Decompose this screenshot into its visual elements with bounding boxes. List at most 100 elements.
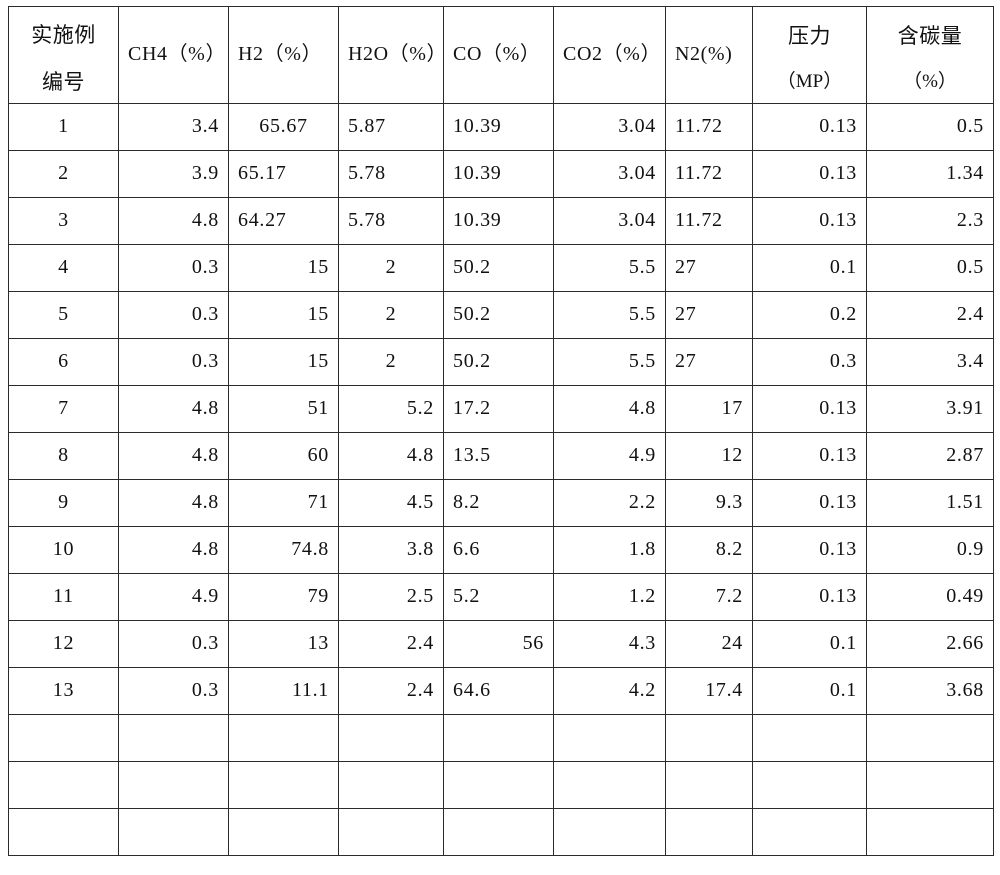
cell-n2: 8.2 xyxy=(665,526,753,574)
cell-pressure: 0.3 xyxy=(752,338,867,386)
table-row: 12 0.3 13 2.4 56 4.3 24 0.1 2.66 xyxy=(8,620,994,668)
cell-carbon: 2.87 xyxy=(866,432,994,480)
cell-index: 13 xyxy=(8,667,119,715)
cell-ch4: 4.8 xyxy=(118,197,229,245)
cell-co2: 4.9 xyxy=(553,432,666,480)
cell-carbon: 2.4 xyxy=(866,291,994,339)
cell-co: 5.2 xyxy=(443,573,554,621)
table-row: 11 4.9 79 2.5 5.2 1.2 7.2 0.13 0.49 xyxy=(8,573,994,621)
cell-co: 6.6 xyxy=(443,526,554,574)
cell-empty-co2 xyxy=(553,761,666,809)
column-header-line1: CO2（%） xyxy=(563,43,662,66)
cell-pressure: 0.13 xyxy=(752,432,867,480)
column-header-h2: H2（%） xyxy=(228,6,339,104)
cell-h2: 51 xyxy=(228,385,339,433)
cell-index: 2 xyxy=(8,150,119,198)
cell-pressure: 0.13 xyxy=(752,103,867,151)
cell-co2: 5.5 xyxy=(553,291,666,339)
table-row: 6 0.3 15 2 50.2 5.5 27 0.3 3.4 xyxy=(8,338,994,386)
gas-composition-table: 实施例 编号 CH4（%） H2（%） H2O（%） CO（%） CO2（%） N2(%) 压力… xyxy=(8,6,994,856)
cell-h2: 64.27 xyxy=(228,197,339,245)
document-page: 实施例 编号 CH4（%） H2（%） H2O（%） CO（%） CO2（%） N2(%) 压力… xyxy=(0,0,1000,875)
cell-carbon: 1.51 xyxy=(866,479,994,527)
cell-index: 5 xyxy=(8,291,119,339)
cell-co2: 3.04 xyxy=(553,197,666,245)
table-row: 2 3.9 65.17 5.78 10.39 3.04 11.72 0.13 1.34 xyxy=(8,150,994,198)
cell-empty-carbon xyxy=(866,761,994,809)
table-body: 1 3.4 65.67 5.87 10.39 3.04 11.72 0.13 0.5 2 3.9 65… xyxy=(8,103,994,856)
cell-empty-index xyxy=(8,761,119,809)
cell-empty-h2 xyxy=(228,761,339,809)
cell-carbon: 2.3 xyxy=(866,197,994,245)
cell-co: 50.2 xyxy=(443,244,554,292)
cell-co: 8.2 xyxy=(443,479,554,527)
cell-index: 8 xyxy=(8,432,119,480)
cell-empty-ch4 xyxy=(118,761,229,809)
cell-h2o: 2 xyxy=(338,244,444,292)
column-header-index: 实施例 编号 xyxy=(8,6,119,104)
cell-n2: 17.4 xyxy=(665,667,753,715)
cell-h2o: 2 xyxy=(338,338,444,386)
cell-index: 3 xyxy=(8,197,119,245)
cell-carbon: 0.9 xyxy=(866,526,994,574)
cell-co2: 4.8 xyxy=(553,385,666,433)
cell-h2o: 5.2 xyxy=(338,385,444,433)
column-header-pressure: 压力 （MP） xyxy=(752,6,867,104)
cell-empty-n2 xyxy=(665,808,753,856)
cell-pressure: 0.13 xyxy=(752,479,867,527)
column-header-line2: （MP） xyxy=(776,71,843,93)
cell-ch4: 4.8 xyxy=(118,385,229,433)
cell-h2o: 4.8 xyxy=(338,432,444,480)
cell-empty-n2 xyxy=(665,714,753,762)
cell-ch4: 4.8 xyxy=(118,526,229,574)
cell-h2: 60 xyxy=(228,432,339,480)
cell-carbon: 2.66 xyxy=(866,620,994,668)
cell-n2: 11.72 xyxy=(665,150,753,198)
table-row-empty xyxy=(8,761,994,809)
cell-carbon: 1.34 xyxy=(866,150,994,198)
cell-empty-co2 xyxy=(553,808,666,856)
cell-h2o: 4.5 xyxy=(338,479,444,527)
cell-empty-h2o xyxy=(338,808,444,856)
table-row: 5 0.3 15 2 50.2 5.5 27 0.2 2.4 xyxy=(8,291,994,339)
cell-empty-ch4 xyxy=(118,714,229,762)
cell-h2o: 5.87 xyxy=(338,103,444,151)
column-header-line1: 含碳量 xyxy=(897,24,963,49)
cell-h2: 15 xyxy=(228,291,339,339)
cell-n2: 27 xyxy=(665,291,753,339)
column-header-line1: H2（%） xyxy=(238,43,323,66)
cell-carbon: 0.5 xyxy=(866,244,994,292)
cell-pressure: 0.1 xyxy=(752,244,867,292)
cell-carbon: 0.5 xyxy=(866,103,994,151)
table-row-empty xyxy=(8,808,994,856)
cell-pressure: 0.13 xyxy=(752,526,867,574)
column-header-line2: 编号 xyxy=(42,70,85,94)
cell-co: 56 xyxy=(443,620,554,668)
cell-h2: 13 xyxy=(228,620,339,668)
cell-h2: 15 xyxy=(228,244,339,292)
cell-carbon: 3.68 xyxy=(866,667,994,715)
cell-co2: 5.5 xyxy=(553,338,666,386)
cell-empty-h2o xyxy=(338,761,444,809)
cell-carbon: 3.4 xyxy=(866,338,994,386)
cell-co2: 3.04 xyxy=(553,150,666,198)
table-row: 4 0.3 15 2 50.2 5.5 27 0.1 0.5 xyxy=(8,244,994,292)
cell-co: 10.39 xyxy=(443,197,554,245)
cell-empty-h2 xyxy=(228,714,339,762)
table-row: 10 4.8 74.8 3.8 6.6 1.8 8.2 0.13 0.9 xyxy=(8,526,994,574)
cell-empty-carbon xyxy=(866,714,994,762)
cell-h2o: 2.5 xyxy=(338,573,444,621)
cell-ch4: 4.8 xyxy=(118,479,229,527)
cell-n2: 27 xyxy=(665,338,753,386)
cell-empty-co2 xyxy=(553,714,666,762)
table-row: 1 3.4 65.67 5.87 10.39 3.04 11.72 0.13 0.5 xyxy=(8,103,994,151)
cell-index: 10 xyxy=(8,526,119,574)
cell-n2: 9.3 xyxy=(665,479,753,527)
cell-n2: 27 xyxy=(665,244,753,292)
cell-co: 13.5 xyxy=(443,432,554,480)
cell-pressure: 0.1 xyxy=(752,667,867,715)
table-row: 3 4.8 64.27 5.78 10.39 3.04 11.72 0.13 2.3 xyxy=(8,197,994,245)
cell-h2o: 5.78 xyxy=(338,150,444,198)
cell-empty-h2o xyxy=(338,714,444,762)
cell-index: 1 xyxy=(8,103,119,151)
